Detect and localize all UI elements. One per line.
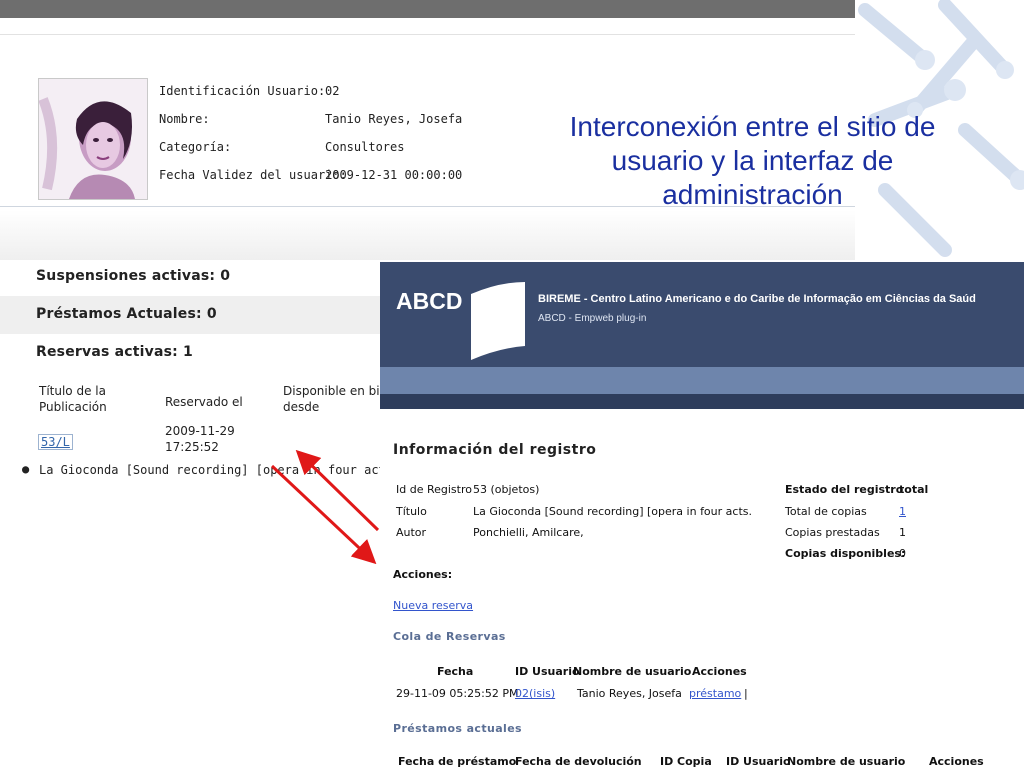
user-category-value: Consultores	[325, 140, 405, 154]
table-header: Título de la Publicación	[39, 384, 107, 414]
book-logo-icon	[469, 280, 525, 362]
bullet-icon: ●	[22, 462, 30, 476]
acciones-label: Acciones:	[393, 568, 453, 581]
reservation-date: 2009-11-29 17:25:52	[165, 424, 235, 454]
column-header: Acciones	[692, 665, 747, 678]
user-validity-value: 2009-12-31 00:00:00	[325, 168, 463, 182]
field-label: Identificación Usuario:	[159, 84, 326, 98]
user-id-value: 02	[325, 84, 340, 98]
queue-date: 29-11-09 05:25:52 PM	[396, 687, 519, 700]
table-header: Disponible en bi desde	[283, 384, 380, 414]
prestamos-actuales-heading: Préstamos actuales	[393, 722, 523, 735]
reservation-link-text[interactable]: 53/L	[38, 434, 73, 450]
column-header: Fecha	[437, 665, 474, 678]
admin-header-stripe	[380, 367, 1024, 394]
queue-user-id-link[interactable]: 02(isis)	[515, 687, 555, 700]
record-id-value: 53 (objetos)	[473, 483, 540, 496]
plugin-subtitle: ABCD - Empweb plug-in	[538, 313, 647, 324]
suspensiones-heading: Suspensiones activas: 0	[36, 268, 231, 284]
window-title-bar	[0, 0, 855, 18]
field-label: Título	[396, 505, 427, 518]
queue-user-name: Tanio Reyes, Josefa	[577, 687, 682, 700]
column-header: ID Copia	[660, 755, 712, 768]
org-name: BIREME - Centro Latino Americano e do Ca…	[538, 293, 976, 305]
copias-disponibles-value: 0	[899, 547, 906, 560]
reservation-link[interactable]: 53/L	[38, 431, 73, 450]
cola-reservas-heading: Cola de Reservas	[393, 630, 506, 643]
prestamo-link[interactable]: préstamo	[689, 687, 741, 700]
column-header: ID Usuario	[515, 665, 580, 678]
section-band	[0, 210, 855, 260]
column-header: Acciones	[929, 755, 984, 768]
admin-window: ABCD BIREME - Centro Latino Americano e …	[380, 262, 1024, 768]
estado-header: Estado del registro	[785, 483, 904, 496]
column-header: ID Usuario	[726, 755, 791, 768]
copias-prestadas-value: 1	[899, 526, 906, 539]
admin-header-bar	[380, 394, 1024, 409]
record-info-heading: Información del registro	[393, 442, 597, 458]
user-name-value: Tanio Reyes, Josefa	[325, 112, 463, 126]
nueva-reserva-link[interactable]: Nueva reserva	[393, 599, 473, 612]
total-copias-link[interactable]: 1	[899, 505, 906, 518]
field-label: Fecha Validez del usuario:	[159, 168, 347, 182]
divider	[0, 34, 855, 35]
abcd-logo: ABCD	[396, 288, 463, 314]
slide-title: Interconexión entre el sitio de usuario …	[569, 111, 936, 210]
field-label: Id de Registro	[396, 483, 472, 496]
field-label: Copias prestadas	[785, 526, 880, 539]
prestamos-heading: Préstamos Actuales: 0	[36, 306, 217, 322]
field-label: Total de copias	[785, 505, 867, 518]
field-label: Autor	[396, 526, 427, 539]
table-header: Reservado el	[165, 395, 243, 409]
arrow-to-admin	[270, 464, 377, 565]
reservation-title: La Gioconda [Sound recording] [opera in …	[39, 463, 380, 477]
record-title-value: La Gioconda [Sound recording] [opera in …	[473, 505, 752, 518]
column-header: Nombre de usuario	[573, 665, 692, 678]
column-header: Fecha de préstamo	[398, 755, 517, 768]
field-label: Copias disponibles:	[785, 547, 906, 560]
column-header: Nombre de usuario	[787, 755, 906, 768]
user-photo	[38, 78, 148, 200]
record-author-value: Ponchielli, Amilcare,	[473, 526, 584, 539]
field-label: Nombre:	[159, 112, 210, 126]
reservas-heading: Reservas activas: 1	[36, 344, 193, 360]
field-label: Categoría:	[159, 140, 232, 154]
estado-header-total: total	[899, 483, 929, 496]
separator: |	[744, 687, 748, 700]
column-header: Fecha de devolución	[515, 755, 642, 768]
